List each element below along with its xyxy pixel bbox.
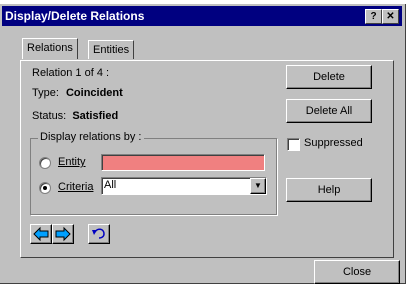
close-button[interactable]: Close [314,260,400,284]
status-label: Status: [32,110,67,122]
delete-all-button-label: Delete All [305,105,353,117]
close-title-button[interactable]: ✕ [382,9,399,24]
arrow-right-icon [55,226,71,242]
delete-button-label: Delete [313,71,345,83]
entity-label-text: Entity [58,156,86,168]
type-row: Type: Coincident [32,87,123,99]
entity-radio-label: Entity [58,156,86,168]
title-bar[interactable]: Display/Delete Relations ? ✕ [2,6,402,26]
status-row: Status: Satisfied [32,110,118,122]
type-value: Coincident [65,87,123,99]
close-button-label: Close [342,266,372,278]
criteria-radio[interactable] [39,182,51,194]
tab-relations[interactable]: Relations [22,38,78,59]
undo-icon [92,228,105,239]
help-title-button[interactable]: ? [365,9,382,24]
status-value: Satisfied [72,110,119,122]
delete-button[interactable]: Delete [286,65,372,89]
next-relation-button[interactable] [52,224,74,244]
window-title: Display/Delete Relations [5,9,145,23]
criteria-select-value: All [104,179,117,191]
undo-button[interactable] [88,224,110,244]
dialog-window: Display/Delete Relations ? ✕ Relations E… [0,4,406,284]
criteria-radio-dot [43,186,47,190]
chevron-down-icon[interactable]: ▼ [250,178,266,194]
tab-entities[interactable]: Entities [88,40,135,59]
entity-radio[interactable] [39,157,51,169]
help-button[interactable]: Help [286,178,372,202]
suppressed-label-text: Suppressed [304,137,363,149]
tab-relations-label: Relations [27,42,73,54]
delete-all-button[interactable]: Delete All [286,99,372,123]
group-label: Display relations by : [38,131,144,143]
help-button-label: Help [317,184,341,196]
previous-relation-button[interactable] [30,224,52,244]
relation-counter: Relation 1 of 4 : [32,67,110,79]
tab-entities-label: Entities [93,44,130,56]
suppressed-checkbox[interactable] [287,138,300,151]
arrow-left-icon [33,226,49,242]
suppressed-label: Suppressed [304,137,363,149]
type-label: Type: [32,87,59,99]
entity-field[interactable] [101,154,265,171]
criteria-radio-label: Criteria [58,181,93,193]
criteria-label-text: Criteria [58,181,94,193]
criteria-select[interactable]: All ▼ [101,177,267,195]
